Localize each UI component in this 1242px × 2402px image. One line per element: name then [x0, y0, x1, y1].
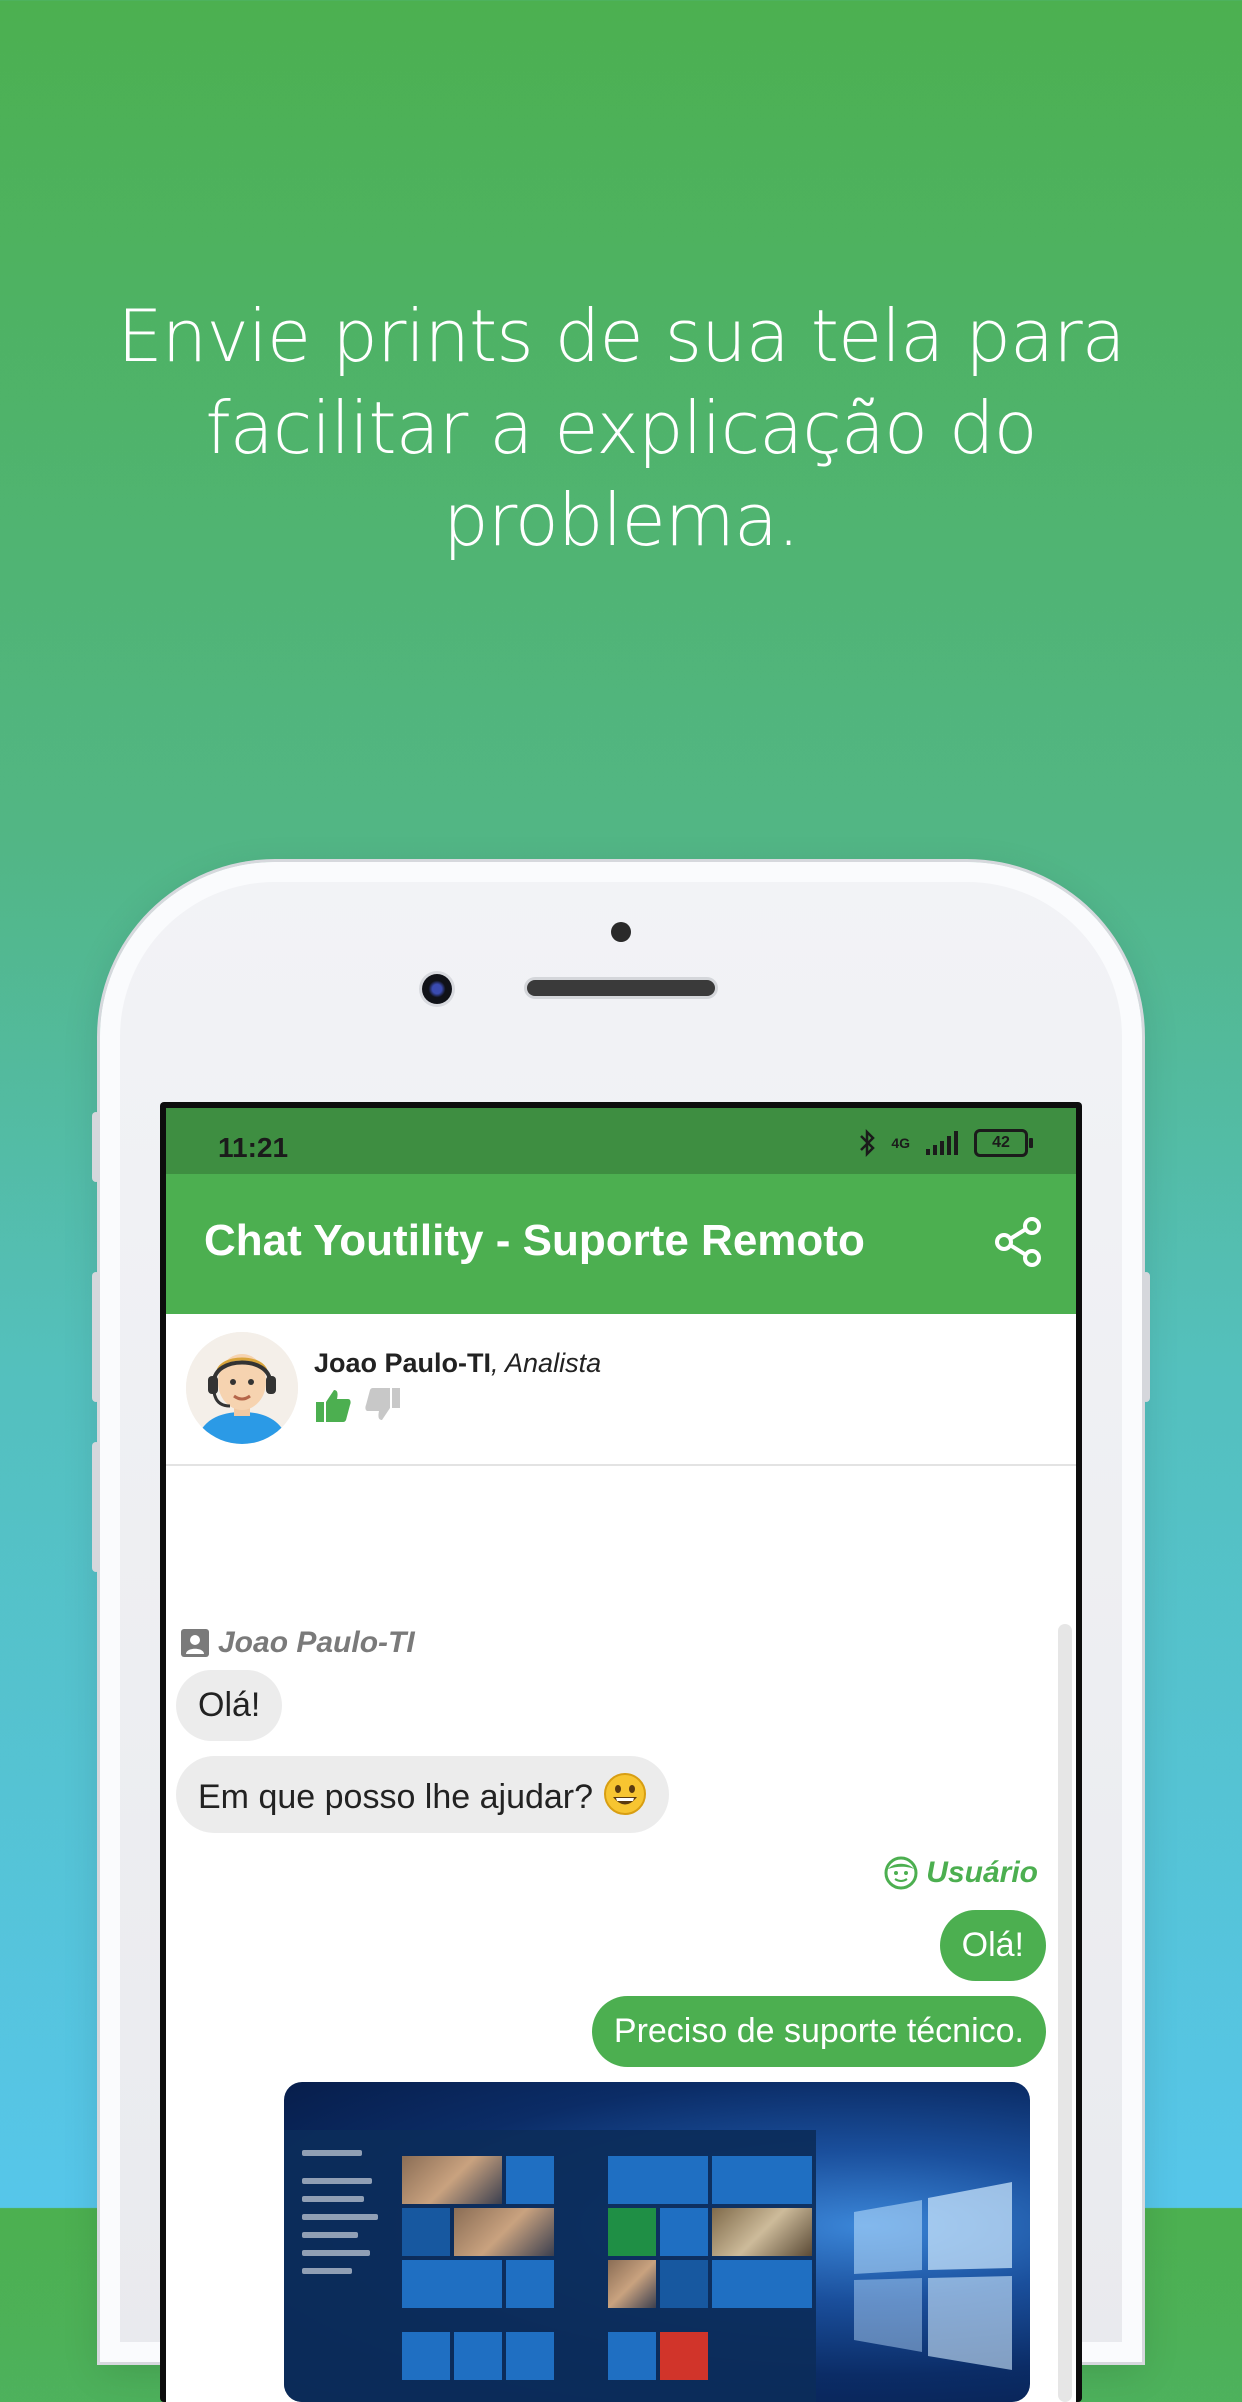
proximity-sensor — [611, 922, 631, 942]
agent-avatar — [186, 1332, 298, 1444]
agent-message-2: Em que posso lhe ajudar? — [176, 1756, 670, 1833]
volume-down-button — [92, 1442, 100, 1572]
agent-message-2-text: Em que posso lhe ajudar? — [198, 1778, 594, 1816]
agent-role: , Analista — [491, 1348, 602, 1378]
phone-screen: 11:21 4G 42 Chat Youtility - Suporte Rem… — [160, 1102, 1082, 2402]
user-face-icon — [884, 1856, 918, 1890]
status-bar: 11:21 4G 42 — [166, 1108, 1076, 1174]
mute-switch — [92, 1112, 100, 1182]
app-title: Chat Youtility - Suporte Remoto — [204, 1216, 865, 1265]
bluetooth-icon — [860, 1128, 876, 1158]
user-message-1: Olá! — [939, 1910, 1046, 1981]
front-camera — [422, 974, 452, 1004]
start-menu-list — [284, 2130, 396, 2402]
contact-icon — [181, 1629, 209, 1657]
phone-mockup: 11:21 4G 42 Chat Youtility - Suporte Rem… — [92, 862, 1150, 2402]
agent-message-1: Olá! — [176, 1670, 283, 1741]
battery-icon: 42 — [974, 1129, 1033, 1157]
user-message-2: Preciso de suporte técnico. — [591, 1996, 1046, 2067]
headline: Envie prints de sua tela para facilitar … — [117, 294, 1126, 562]
chat-scrollbar[interactable] — [1058, 1624, 1072, 2402]
agent-name: Joao Paulo-TI — [314, 1348, 492, 1378]
thumbs-down-icon[interactable] — [364, 1386, 402, 1424]
grinning-face-emoji — [604, 1773, 647, 1815]
share-icon[interactable] — [990, 1214, 1046, 1270]
chat-area: Joao Paulo-TI Olá! Em que posso lhe ajud… — [166, 1614, 1076, 2402]
app-bar: Chat Youtility - Suporte Remoto — [166, 1174, 1076, 1314]
earpiece-speaker — [527, 980, 715, 996]
power-button — [1142, 1272, 1150, 1402]
network-type: 4G — [891, 1135, 910, 1151]
agent-sender-name: Joao Paulo-TI — [218, 1626, 415, 1659]
status-time: 11:21 — [218, 1132, 289, 1163]
thumbs-up-icon[interactable] — [314, 1386, 352, 1424]
agent-sender-label: Joao Paulo-TI — [180, 1626, 415, 1660]
signal-icon — [926, 1131, 958, 1155]
agent-header: Joao Paulo-TI, Analista — [166, 1314, 1076, 1466]
agent-name-line: Joao Paulo-TI, Analista — [314, 1348, 601, 1379]
screenshot-attachment[interactable] — [284, 2082, 1030, 2402]
user-sender-name: Usuário — [926, 1856, 1038, 1889]
user-sender-label: Usuário — [884, 1856, 1038, 1890]
volume-up-button — [92, 1272, 100, 1402]
windows-logo — [854, 2182, 1012, 2370]
